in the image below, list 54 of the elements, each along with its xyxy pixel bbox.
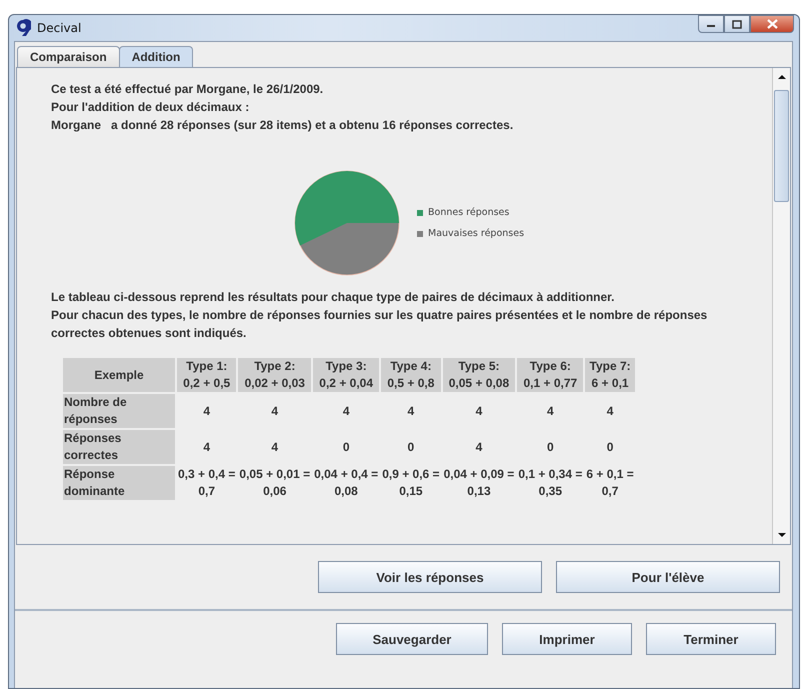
maximize-icon [732, 20, 742, 28]
app-logo-icon [15, 19, 31, 37]
legend-label: Bonnes réponses [428, 207, 510, 218]
scroll-thumb[interactable] [774, 90, 789, 202]
summary-text: Pour l'addition de deux décimaux : [51, 99, 250, 116]
table-cell-text: 4 [202, 438, 212, 456]
description-text: Le tableau ci-dessous reprend les résultats pour chaque type de paires de décimaux à additionner. Pour chacun des types, le nombre de réponses fournies sur les quatre paires présentées et le nombre de réponses correctes obtenues sont indiqués. [51, 289, 708, 342]
table-cell: 0,05 + 0,01 = 0,06 [238, 466, 312, 500]
table-cell: 0,1 + 0,34 = 0,35 [517, 466, 584, 500]
table-cell-text: 4 [270, 402, 280, 420]
row-header: Réponse dominante [63, 466, 175, 500]
minimize-button[interactable] [698, 15, 724, 33]
table-cell-text: 4 [474, 402, 484, 420]
summary-text: Morgane a donné 28 réponses (sur 28 items) et a obtenu 16 réponses correctes. [51, 117, 514, 134]
summary-text: Ce test a été effectué par Morgane, le 26/1/2009. [51, 81, 324, 98]
close-button[interactable] [750, 15, 794, 33]
window-title: Decival [37, 21, 82, 35]
column-header: Type 6: 0,1 + 0,77 [517, 358, 584, 392]
footer-button[interactable]: Terminer [646, 623, 776, 655]
table-cell-text: 4 [406, 402, 416, 420]
table-cell-text: 0 [406, 438, 416, 456]
scrollbar[interactable] [772, 68, 790, 544]
table-cell-text: 4 [342, 402, 350, 420]
table-cell-text: 0 [606, 438, 614, 456]
column-header: Type 3: 0,2 + 0,04 [313, 358, 380, 392]
column-header: Exemple [63, 358, 175, 392]
table-cell-text: 0 [342, 438, 350, 456]
column-header: Type 5: 0,05 + 0,08 [442, 358, 516, 392]
table-cell: 0,3 + 0,4 = 0,7 [177, 466, 236, 500]
column-header: Type 2: 0,02 + 0,03 [238, 358, 312, 392]
table-cell-text: 4 [474, 438, 484, 456]
legend-label: Mauvaises réponses [428, 228, 524, 239]
table-cell: 6 + 0,1 = 0,7 [585, 466, 635, 500]
table-cell-text: 4 [606, 402, 614, 420]
table-cell-text: 4 [270, 438, 280, 456]
table-cell-text: 4 [202, 402, 212, 420]
table-cell: 0,04 + 0,4 = 0,08 [313, 466, 380, 500]
column-header: Type 7: 6 + 0,1 [585, 358, 635, 392]
maximize-button[interactable] [724, 15, 750, 33]
table-cell-text: 4 [546, 402, 555, 420]
row-header: Nombre de réponses [63, 394, 175, 428]
tab[interactable]: Comparaison [17, 46, 120, 67]
action-button[interactable]: Pour l'élève [556, 561, 780, 593]
footer-button[interactable]: Imprimer [502, 623, 632, 655]
tab[interactable]: Addition [118, 46, 194, 67]
table-cell-text: 0 [546, 438, 555, 456]
close-icon [766, 19, 778, 29]
table-cell: 0,04 + 0,09 = 0,13 [442, 466, 516, 500]
column-header: Type 4: 0,5 + 0,8 [381, 358, 441, 392]
table-cell: 0,9 + 0,6 = 0,15 [381, 466, 441, 500]
row-header: Réponses correctes [63, 430, 175, 464]
action-button[interactable]: Voir les réponses [318, 561, 542, 593]
column-header: Type 1: 0,2 + 0,5 [177, 358, 236, 392]
footer-button[interactable]: Sauvegarder [336, 623, 488, 655]
